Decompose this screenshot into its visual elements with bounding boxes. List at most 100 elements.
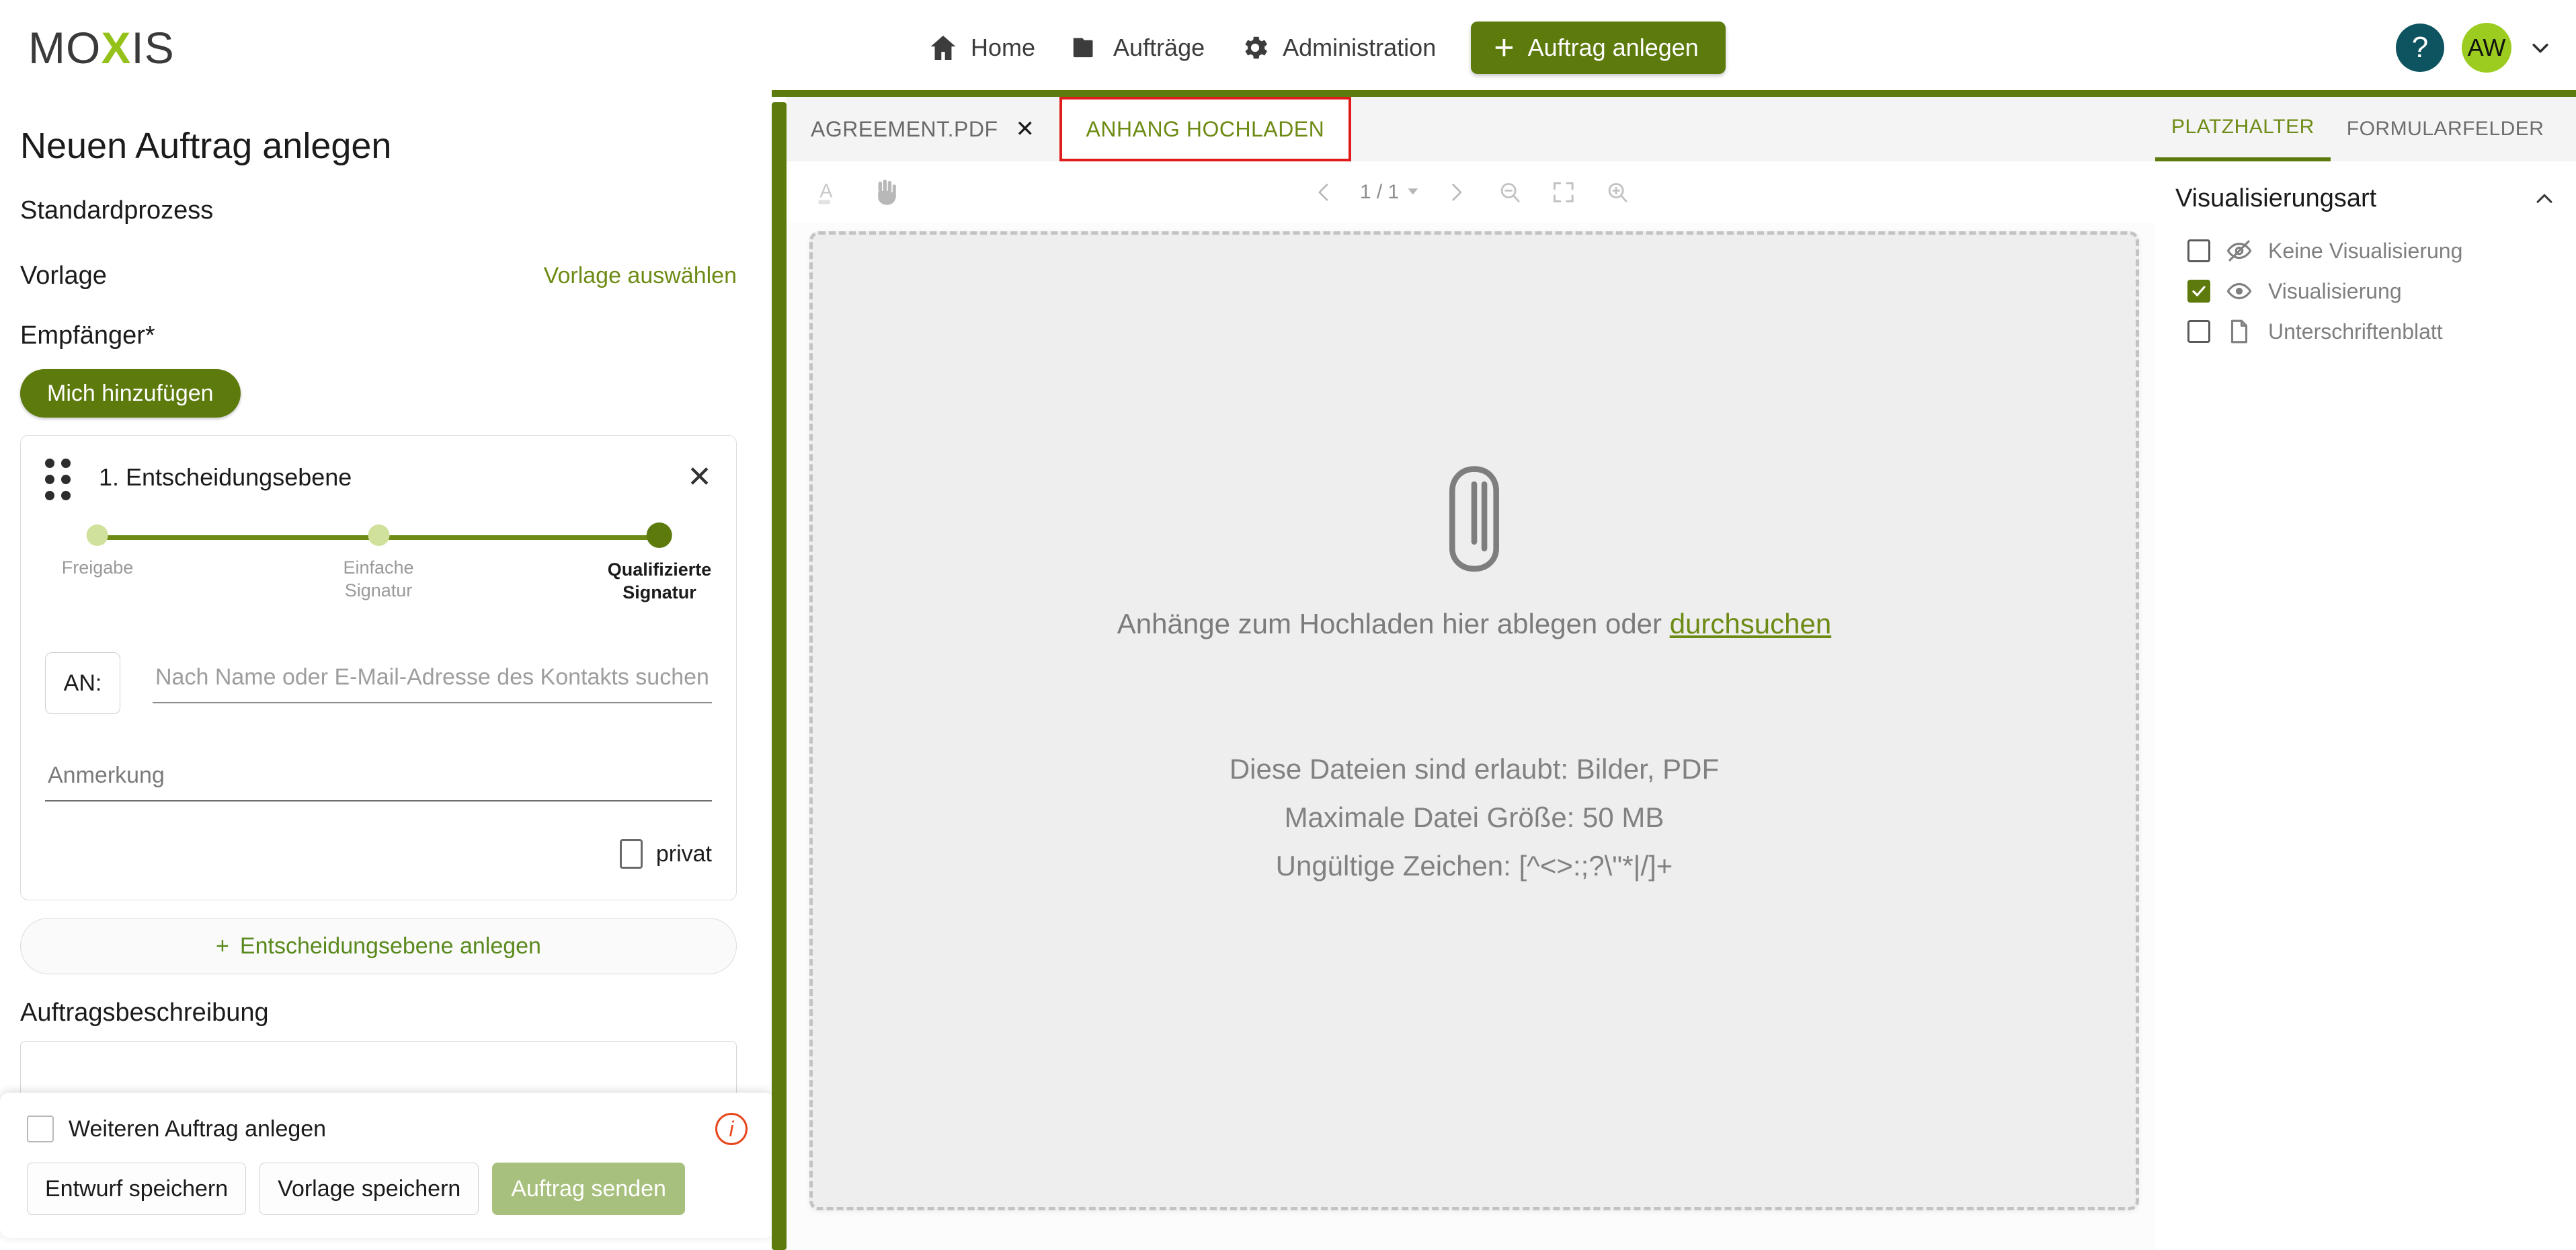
page-indicator[interactable]: 1 / 1	[1360, 181, 1420, 204]
prev-page-button[interactable]	[1306, 174, 1342, 210]
dropzone-rule-maxsize: Maximale Datei Größe: 50 MB	[1230, 793, 1719, 842]
text-select-icon[interactable]: A	[808, 174, 844, 210]
mich-hinzufuegen-button[interactable]: Mich hinzufügen	[20, 369, 241, 418]
gear-icon	[1240, 32, 1271, 63]
vis-label-unterschriftenblatt: Unterschriftenblatt	[2268, 319, 2443, 344]
privat-row: privat	[45, 839, 712, 869]
step-dot-einfache-signatur	[368, 524, 389, 546]
add-entscheidungsebene-label: Entscheidungsebene anlegen	[240, 933, 541, 960]
toolbar-tools: A	[808, 174, 903, 210]
entwurf-speichern-button[interactable]: Entwurf speichern	[27, 1163, 246, 1215]
mich-hinzufuegen-label: Mich hinzufügen	[47, 381, 214, 406]
weiteren-auftrag-row[interactable]: Weiteren Auftrag anlegen	[27, 1116, 326, 1142]
vis-checkbox-visualisierung[interactable]	[2187, 280, 2210, 303]
step-qualifizierte-signatur[interactable]: Qualifizierte Signatur	[608, 524, 712, 604]
attachment-dropzone[interactable]: Anhänge zum Hochladen hier ablegen oder …	[809, 231, 2139, 1210]
order-form-panel: Neuen Auftrag anlegen Standardprozess Vo…	[0, 95, 772, 1250]
svg-text:A: A	[819, 181, 833, 202]
tab-agreement-pdf[interactable]: AGREEMENT.PDF ✕	[787, 97, 1059, 161]
document-icon	[2225, 317, 2253, 346]
privat-checkbox[interactable]	[620, 839, 643, 869]
vis-option-keine-visualisierung[interactable]: Keine Visualisierung	[2175, 231, 2556, 271]
entscheidungsebene-title: 1. Entscheidungsebene	[99, 463, 687, 492]
vorlage-row: Vorlage Vorlage auswählen	[20, 262, 737, 290]
zoom-out-icon[interactable]	[1492, 174, 1528, 210]
vorlage-auswaehlen-link[interactable]: Vorlage auswählen	[544, 263, 737, 289]
page-title: Neuen Auftrag anlegen	[20, 125, 737, 167]
nav-item-auftraege-label: Aufträge	[1113, 34, 1205, 62]
avatar[interactable]: AW	[2462, 23, 2511, 73]
visualisierungsart-header[interactable]: Visualisierungsart	[2175, 184, 2556, 213]
moxis-logo[interactable]: MOXIS	[28, 26, 175, 70]
entwurf-speichern-label: Entwurf speichern	[45, 1176, 228, 1202]
privat-label: privat	[656, 841, 712, 867]
nav-item-administration-label: Administration	[1283, 34, 1436, 62]
dropzone-rules: Diese Dateien sind erlaubt: Bilder, PDF …	[1230, 745, 1719, 891]
step-dot-freigabe	[87, 524, 108, 546]
dropzone-browse-link[interactable]: durchsuchen	[1670, 608, 1832, 639]
close-icon[interactable]: ✕	[687, 463, 712, 492]
step-label-qualifizierte-signatur: Qualifizierte Signatur	[608, 559, 712, 604]
app-header: MOXIS Home Aufträge Administration	[0, 0, 2576, 95]
nav-item-auftraege[interactable]: Aufträge	[1070, 32, 1205, 63]
chevron-up-icon[interactable]	[2533, 188, 2556, 210]
anmerkung-input[interactable]	[45, 750, 712, 802]
vis-label-keine-visualisierung: Keine Visualisierung	[2268, 239, 2462, 264]
empfaenger-label: Empfänger*	[20, 321, 737, 350]
dropzone-rule-invalidchars: Ungültige Zeichen: [^<>:;?\"*|/]+	[1230, 842, 1719, 890]
paperclip-icon	[1431, 461, 1517, 582]
add-entscheidungsebene-button[interactable]: + Entscheidungsebene anlegen	[20, 918, 737, 974]
tab-anhang-hochladen[interactable]: ANHANG HOCHLADEN	[1059, 97, 1352, 161]
vis-checkbox-keine-visualisierung[interactable]	[2187, 239, 2210, 262]
an-role-label: AN:	[64, 670, 102, 697]
nav-item-home-label: Home	[971, 34, 1035, 62]
info-icon[interactable]: i	[715, 1113, 748, 1145]
info-glyph: i	[729, 1117, 733, 1142]
nav-item-home[interactable]: Home	[928, 32, 1035, 63]
tab-platzhalter[interactable]: PLATZHALTER	[2155, 97, 2331, 161]
weiteren-auftrag-checkbox[interactable]	[27, 1116, 54, 1142]
step-freigabe[interactable]: Freigabe	[62, 524, 134, 580]
chevron-down-icon[interactable]	[2529, 36, 2552, 59]
page-indicator-value: 1 / 1	[1360, 181, 1399, 204]
vorlage-label: Vorlage	[20, 262, 107, 290]
step-dot-qualifizierte-signatur	[647, 522, 672, 548]
logo-text-before: MO	[28, 22, 101, 73]
plus-icon: +	[216, 933, 229, 960]
dropzone-rule-filetypes: Diese Dateien sind erlaubt: Bilder, PDF	[1230, 745, 1719, 793]
auftrag-senden-label: Auftrag senden	[511, 1176, 666, 1202]
document-tabs: AGREEMENT.PDF ✕ ANHANG HOCHLADEN	[787, 97, 2155, 161]
signature-level-stepper: Freigabe Einfache Signatur Qualifizierte…	[65, 524, 692, 612]
auftrag-senden-button[interactable]: Auftrag senden	[492, 1163, 685, 1215]
vis-option-visualisierung[interactable]: Visualisierung	[2175, 271, 2556, 311]
vis-label-visualisierung: Visualisierung	[2268, 279, 2402, 304]
green-top-rule	[772, 90, 2576, 97]
eye-off-icon	[2225, 237, 2253, 265]
tab-agreement-pdf-label: AGREEMENT.PDF	[811, 117, 998, 142]
toolbar-page-controls: 1 / 1	[1306, 174, 1636, 210]
nav-item-administration[interactable]: Administration	[1240, 32, 1436, 63]
auftragsbeschreibung-label: Auftragsbeschreibung	[20, 999, 737, 1027]
tab-formularfelder-label: FORMULARFELDER	[2347, 118, 2544, 141]
auftrag-anlegen-button[interactable]: + Auftrag anlegen	[1471, 22, 1726, 74]
tab-anhang-hochladen-label: ANHANG HOCHLADEN	[1086, 117, 1325, 142]
zoom-in-icon[interactable]	[1599, 174, 1636, 210]
close-icon[interactable]: ✕	[1016, 116, 1035, 143]
vorlage-speichern-button[interactable]: Vorlage speichern	[259, 1163, 479, 1215]
tab-formularfelder[interactable]: FORMULARFELDER	[2331, 97, 2561, 161]
an-role-button[interactable]: AN:	[45, 652, 120, 714]
vis-checkbox-unterschriftenblatt[interactable]	[2187, 320, 2210, 343]
vorlage-speichern-label: Vorlage speichern	[278, 1176, 460, 1202]
home-icon	[928, 32, 959, 63]
fit-screen-icon[interactable]	[1545, 174, 1582, 210]
auftrag-anlegen-label: Auftrag anlegen	[1528, 34, 1699, 62]
visualisierungsart-title: Visualisierungsart	[2175, 184, 2376, 213]
step-einfache-signatur[interactable]: Einfache Signatur	[343, 524, 413, 602]
drag-handle-icon[interactable]	[45, 459, 75, 496]
hand-icon[interactable]	[867, 174, 903, 210]
vis-option-unterschriftenblatt[interactable]: Unterschriftenblatt	[2175, 311, 2556, 352]
recipient-search-input[interactable]	[153, 652, 712, 703]
header-right-cluster: ? AW	[2396, 0, 2552, 95]
help-icon[interactable]: ?	[2396, 24, 2444, 72]
next-page-button[interactable]	[1438, 174, 1474, 210]
